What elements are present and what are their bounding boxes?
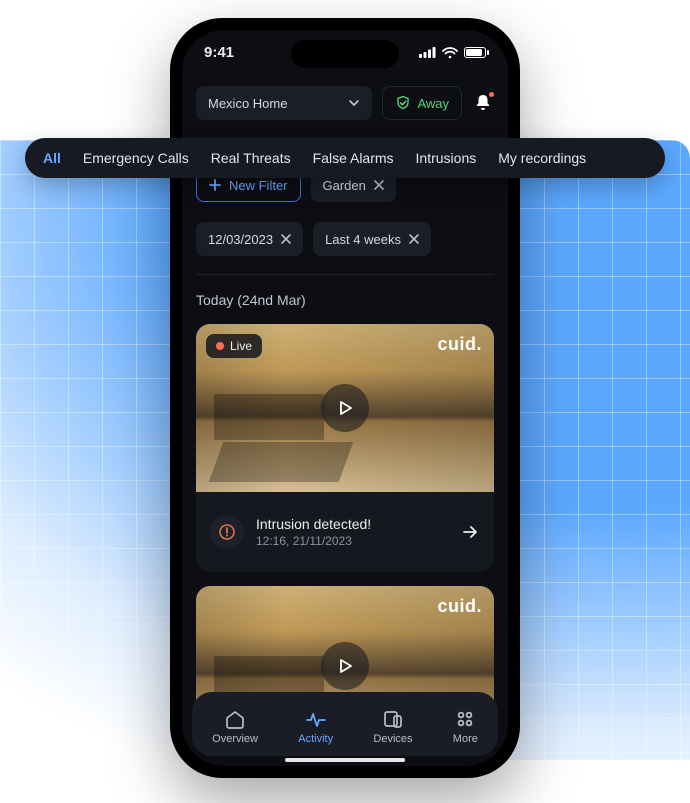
close-icon[interactable]: [281, 234, 291, 244]
nav-overview[interactable]: Overview: [212, 708, 258, 745]
brand-watermark: cuid.: [437, 596, 482, 617]
activity-card[interactable]: Live cuid. Intrusion detected! 12:16, 21…: [196, 324, 494, 572]
alert-title: Intrusion detected!: [256, 516, 371, 532]
arm-mode-pill[interactable]: Away: [382, 86, 462, 120]
video-thumbnail[interactable]: Live cuid.: [196, 324, 494, 492]
play-button[interactable]: [321, 642, 369, 690]
activity-icon: [305, 708, 327, 730]
arrow-right-icon[interactable]: [460, 522, 480, 542]
bottom-nav: Overview Activity Devices More: [192, 692, 498, 756]
devices-icon: [382, 708, 404, 730]
live-dot-icon: [216, 342, 224, 350]
nav-label: Overview: [212, 733, 258, 745]
battery-icon: [464, 47, 486, 58]
play-button[interactable]: [321, 384, 369, 432]
chevron-down-icon: [348, 97, 360, 109]
status-time: 9:41: [204, 44, 234, 61]
home-indicator[interactable]: [285, 758, 405, 762]
alert-icon: [210, 515, 244, 549]
divider: [196, 274, 494, 275]
arm-mode-label: Away: [417, 96, 449, 111]
filter-chip-label: Garden: [323, 178, 366, 193]
alert-timestamp: 12:16, 21/11/2023: [256, 534, 371, 548]
category-tab[interactable]: Emergency Calls: [83, 150, 189, 166]
category-tab[interactable]: Real Threats: [211, 150, 291, 166]
grid-icon: [454, 708, 476, 730]
shield-check-icon: [395, 95, 411, 111]
activity-meta[interactable]: Intrusion detected! 12:16, 21/11/2023: [196, 492, 494, 572]
filter-chip[interactable]: 12/03/2023: [196, 222, 303, 256]
plus-icon: [209, 179, 221, 191]
phone-frame: 9:41 Mexico Home: [170, 18, 520, 778]
status-bar: 9:41: [182, 44, 508, 61]
close-icon[interactable]: [374, 180, 384, 190]
filter-bar: New Filter Garden 12/03/2023 Last 4 week…: [182, 168, 508, 256]
live-label: Live: [230, 339, 252, 353]
category-tab[interactable]: My recordings: [498, 150, 586, 166]
location-select[interactable]: Mexico Home: [196, 86, 372, 120]
category-tab[interactable]: All: [43, 150, 61, 166]
location-label: Mexico Home: [208, 96, 287, 111]
app-header: Mexico Home Away: [182, 86, 508, 120]
wifi-icon: [442, 47, 458, 59]
close-icon[interactable]: [409, 234, 419, 244]
new-filter-label: New Filter: [229, 178, 288, 193]
filter-chip-label: Last 4 weeks: [325, 232, 401, 247]
nav-devices[interactable]: Devices: [373, 708, 412, 745]
nav-more[interactable]: More: [453, 708, 478, 745]
filter-chip-label: 12/03/2023: [208, 232, 273, 247]
filter-chip[interactable]: Last 4 weeks: [313, 222, 431, 256]
notification-dot: [488, 91, 495, 98]
nav-activity[interactable]: Activity: [298, 708, 333, 745]
signal-icon: [419, 47, 436, 58]
section-title: Today (24nd Mar): [196, 292, 306, 308]
live-badge: Live: [206, 334, 262, 358]
nav-label: Devices: [373, 733, 412, 745]
nav-label: Activity: [298, 733, 333, 745]
notifications-button[interactable]: [472, 92, 494, 114]
category-tabs: All Emergency Calls Real Threats False Alar…: [25, 138, 665, 178]
home-icon: [224, 708, 246, 730]
category-tab[interactable]: Intrusions: [416, 150, 477, 166]
nav-label: More: [453, 733, 478, 745]
category-tab[interactable]: False Alarms: [313, 150, 394, 166]
brand-watermark: cuid.: [437, 334, 482, 355]
